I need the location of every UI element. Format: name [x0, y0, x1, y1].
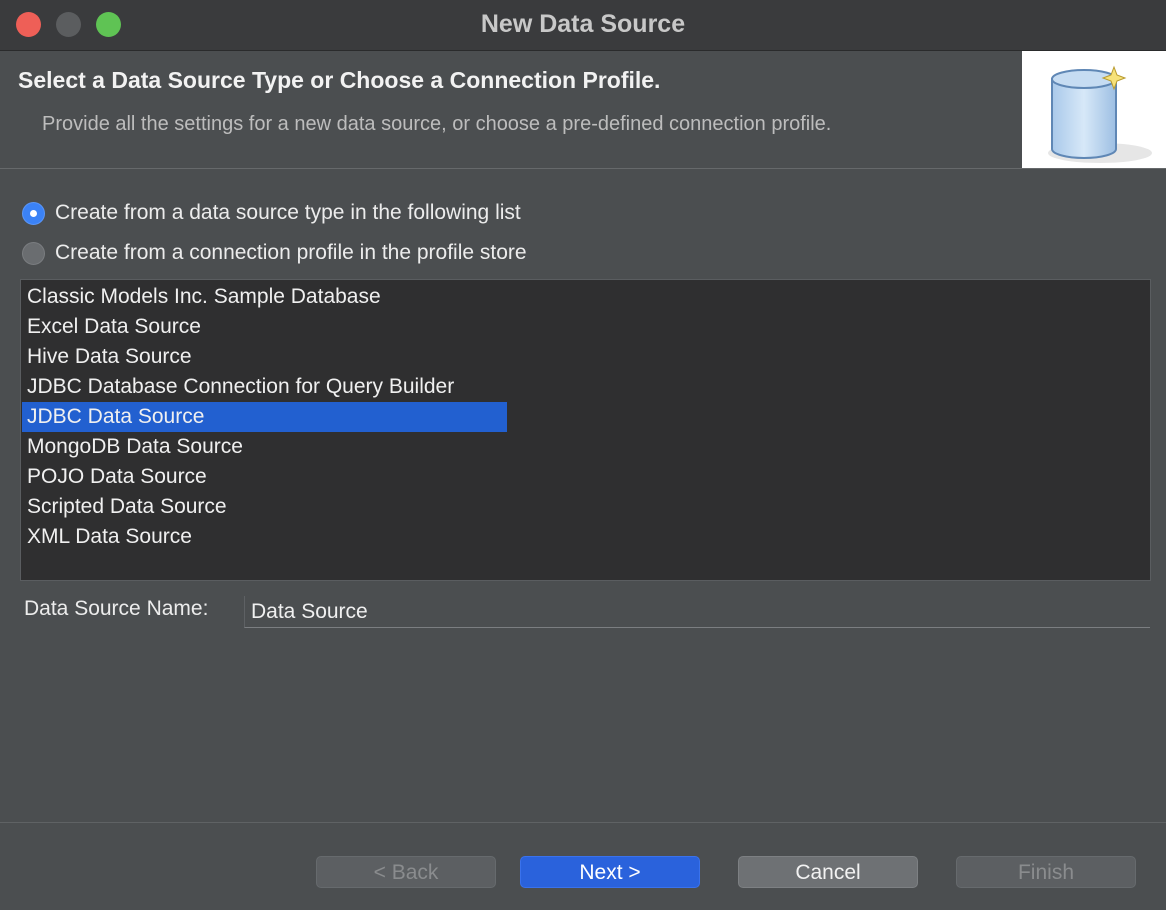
database-cylinder-icon [1048, 65, 1152, 163]
wizard-header: Select a Data Source Type or Choose a Co… [0, 51, 1166, 169]
data-source-type-list[interactable]: Classic Models Inc. Sample Database Exce… [20, 279, 1151, 581]
list-item[interactable]: Scripted Data Source [22, 492, 507, 522]
data-source-name-label: Data Source Name: [24, 597, 209, 620]
next-button[interactable]: Next > [520, 856, 700, 888]
list-item[interactable]: Classic Models Inc. Sample Database [22, 282, 507, 312]
wizard-page-description: Provide all the settings for a new data … [42, 113, 832, 135]
list-item[interactable]: MongoDB Data Source [22, 432, 507, 462]
create-from-type-label: Create from a data source type in the fo… [55, 201, 521, 224]
cancel-button[interactable]: Cancel [738, 856, 918, 888]
radio-selected-icon [22, 201, 45, 225]
wizard-page-title: Select a Data Source Type or Choose a Co… [18, 67, 661, 93]
create-from-profile-label: Create from a connection profile in the … [55, 241, 527, 264]
finish-button[interactable]: Finish [956, 856, 1136, 888]
list-item[interactable]: XML Data Source [22, 522, 507, 552]
list-item-selected[interactable]: JDBC Data Source [22, 402, 507, 432]
window-title: New Data Source [480, 10, 686, 38]
radio-unselected-icon [22, 241, 45, 265]
list-item[interactable]: Hive Data Source [22, 342, 507, 372]
wizard-banner-image [1022, 51, 1166, 168]
data-source-name-input[interactable] [244, 596, 1150, 628]
create-from-type-radio[interactable]: Create from a data source type in the fo… [22, 198, 521, 228]
list-item[interactable]: JDBC Database Connection for Query Build… [22, 372, 507, 402]
back-button[interactable]: < Back [316, 856, 496, 888]
list-item[interactable]: Excel Data Source [22, 312, 507, 342]
title-bar: New Data Source [0, 0, 1166, 51]
footer-divider [0, 822, 1166, 823]
create-from-profile-radio[interactable]: Create from a connection profile in the … [22, 238, 527, 268]
list-item[interactable]: POJO Data Source [22, 462, 507, 492]
